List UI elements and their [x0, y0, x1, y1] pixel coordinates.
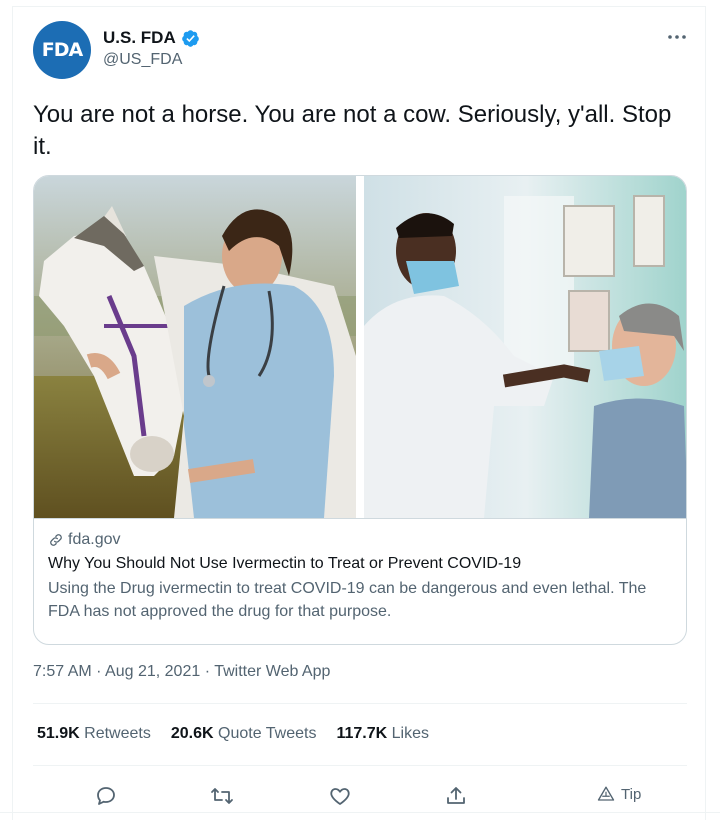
tweet-actions: Tip — [33, 773, 687, 817]
retweet-icon — [211, 788, 233, 804]
likes-count: 117.7K — [336, 725, 388, 742]
divider — [33, 703, 687, 704]
tweet-container: FDA U.S. FDA @US_FDA You are not a horse… — [12, 6, 706, 820]
tweet-stats: 51.9K Retweets 20.6K Quote Tweets 117.7K… — [37, 725, 429, 743]
bottom-border — [0, 812, 720, 813]
reply-button[interactable] — [91, 781, 121, 811]
tweet-meta: 7:57 AM · Aug 21, 2021 · Twitter Web App — [33, 663, 330, 681]
tweet-text: You are not a horse. You are not a cow. … — [33, 101, 672, 160]
share-icon — [447, 787, 465, 804]
heart-icon — [330, 788, 350, 805]
share-button[interactable] — [441, 781, 471, 811]
verified-badge-icon — [181, 29, 199, 47]
card-image — [34, 176, 686, 518]
author-handle[interactable]: @US_FDA — [103, 51, 200, 69]
retweet-button[interactable] — [207, 781, 237, 811]
avatar-logo-text: FDA — [41, 39, 83, 61]
author-display-name[interactable]: U.S. FDA — [103, 28, 200, 48]
card-description: Using the Drug ivermectin to treat COVID… — [48, 580, 647, 620]
tweet-source: Twitter Web App — [214, 663, 331, 680]
link-icon — [50, 534, 62, 546]
author-names: U.S. FDA @US_FDA — [103, 28, 200, 69]
quotes-label: Quote Tweets — [218, 725, 317, 742]
link-card[interactable]: fda.gov Why You Should Not Use Ivermecti… — [33, 175, 687, 645]
more-options-icon[interactable] — [665, 27, 689, 47]
tip-icon — [597, 786, 615, 801]
reply-icon — [97, 787, 115, 805]
avatar[interactable]: FDA — [33, 21, 91, 79]
card-body: fda.gov Why You Should Not Use Ivermecti… — [34, 518, 686, 644]
likes-label: Likes — [391, 725, 429, 742]
meta-separator: · — [96, 663, 106, 680]
retweets-label: Retweets — [84, 725, 151, 742]
meta-separator: · — [204, 663, 215, 680]
retweets-count: 51.9K — [37, 725, 80, 742]
tip-button[interactable]: Tip — [597, 785, 641, 803]
tweet-time[interactable]: 7:57 AM — [33, 663, 92, 680]
quotes-stat[interactable]: 20.6K Quote Tweets — [171, 725, 317, 743]
divider — [33, 765, 687, 766]
like-button[interactable] — [325, 781, 355, 811]
quotes-count: 20.6K — [170, 725, 214, 742]
card-title: Why You Should Not Use Ivermectin to Tre… — [48, 555, 522, 572]
tweet-date[interactable]: Aug 21, 2021 — [105, 663, 200, 680]
likes-stat[interactable]: 117.7K Likes — [336, 725, 429, 743]
card-domain: fda.gov — [48, 531, 674, 549]
retweets-stat[interactable]: 51.9K Retweets — [37, 725, 151, 743]
display-name-text: U.S. FDA — [103, 28, 176, 47]
tip-label: Tip — [621, 785, 642, 803]
tweet-header: FDA U.S. FDA @US_FDA — [33, 21, 693, 81]
card-domain-text: fda.gov — [68, 531, 121, 548]
